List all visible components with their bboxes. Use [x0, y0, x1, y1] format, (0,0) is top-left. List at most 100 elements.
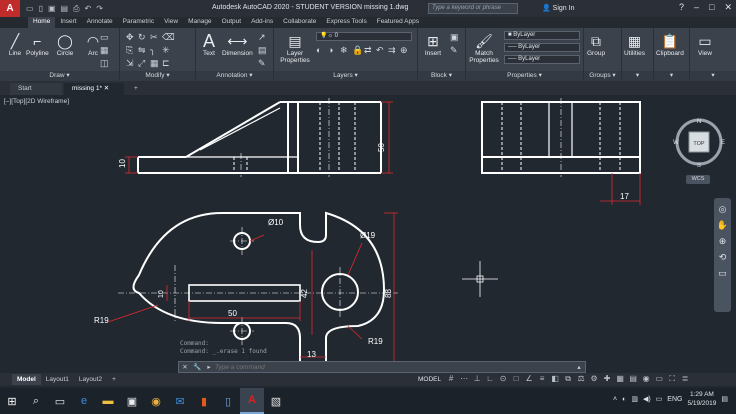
tab-annotate[interactable]: Annotate: [82, 17, 118, 28]
stretch-icon[interactable]: ⇲: [126, 58, 137, 70]
table-icon[interactable]: ▤: [258, 45, 269, 57]
tab-parametric[interactable]: Parametric: [118, 17, 159, 28]
dim-text-50-slot[interactable]: 50: [228, 309, 237, 318]
doc-tab-start[interactable]: Start: [10, 83, 62, 95]
polyline-tool[interactable]: ⌐ Polyline: [26, 32, 49, 57]
ucs-menu[interactable]: WCS: [686, 175, 710, 184]
block-panel-label[interactable]: Block ▾: [418, 71, 465, 81]
layer-isolate-icon[interactable]: ◑: [328, 45, 339, 57]
draw-panel-label[interactable]: Draw ▾: [0, 71, 119, 81]
tab-add-ins[interactable]: Add-ins: [246, 17, 278, 28]
action-center-icon[interactable]: ▤: [721, 395, 728, 403]
gradient-icon[interactable]: ◫: [100, 58, 111, 70]
drawing-canvas[interactable]: [–][Top][2D Wireframe] 10 50 17 Ø10 Ø19 …: [0, 95, 736, 372]
move-icon[interactable]: ✥: [126, 32, 137, 44]
steering-wheel-icon[interactable]: ◎: [714, 204, 731, 220]
dim-text-88[interactable]: 88: [384, 289, 393, 298]
match-properties-tool[interactable]: 🖌 Match Properties: [468, 32, 500, 65]
clean-screen-icon[interactable]: ⛶: [667, 374, 677, 384]
command-history-toggle-icon[interactable]: ▴: [573, 363, 585, 371]
circle-tool[interactable]: ◯ Circle: [56, 32, 74, 58]
utilities-tool[interactable]: ▦ Utilities: [624, 32, 645, 58]
zoom-icon[interactable]: ⊕: [714, 236, 731, 252]
tab-view[interactable]: View: [159, 17, 183, 28]
layer-properties-tool[interactable]: ▤ Layer Properties: [278, 32, 312, 65]
dim-text-r19-left[interactable]: R19: [94, 316, 109, 325]
group-tool[interactable]: ⧉ Group: [587, 32, 605, 58]
color-dropdown[interactable]: ■ ByLayer: [504, 31, 580, 40]
view-tool[interactable]: ▭ View: [696, 32, 714, 58]
rotate-icon[interactable]: ↻: [138, 32, 149, 44]
otrack-icon[interactable]: ∠: [524, 374, 534, 384]
layers-panel-label[interactable]: Layers ▾: [274, 71, 417, 81]
file-explorer-icon[interactable]: ▬: [96, 388, 120, 414]
command-input[interactable]: [215, 363, 573, 371]
edit-block-icon[interactable]: ✎: [450, 45, 461, 57]
transparency-icon[interactable]: ◧: [550, 374, 560, 384]
lineweight-dropdown[interactable]: ── ByLayer: [504, 55, 580, 64]
clock[interactable]: 1:29 AM 5/19/2019: [687, 390, 716, 408]
offset-icon[interactable]: ⊏: [162, 58, 173, 70]
app-icon[interactable]: ▯: [216, 388, 240, 414]
polar-icon[interactable]: ⊙: [498, 374, 508, 384]
open-file-icon[interactable]: ▯: [39, 4, 43, 14]
tab-express-tools[interactable]: Express Tools: [321, 17, 371, 28]
tab-home[interactable]: Home: [28, 17, 56, 28]
layer-walk-icon[interactable]: ⇉: [388, 45, 399, 57]
doc-tab-missing-1[interactable]: missing 1* ✕: [64, 83, 124, 95]
store-icon[interactable]: ▣: [120, 388, 144, 414]
network-icon[interactable]: ▥: [631, 395, 638, 403]
showmotion-icon[interactable]: ▭: [714, 268, 731, 284]
windows-start-icon[interactable]: ⊞: [0, 388, 24, 414]
model-space-button[interactable]: MODEL: [416, 376, 443, 383]
save-icon[interactable]: ▣: [48, 4, 56, 14]
layer-merge-icon[interactable]: ⊕: [400, 45, 411, 57]
search-icon[interactable]: ⌕: [24, 388, 48, 414]
array-icon[interactable]: ▦: [150, 58, 161, 70]
dim-text-17[interactable]: 17: [620, 192, 629, 201]
autocad-logo[interactable]: A: [0, 0, 20, 17]
dim-text-10-slot[interactable]: 10: [158, 290, 165, 298]
lineweight-toggle-icon[interactable]: ≡: [537, 374, 547, 384]
line-tool[interactable]: ╱ Line: [6, 32, 24, 58]
undo-icon[interactable]: ↶: [85, 4, 92, 14]
mail-icon[interactable]: ✉: [168, 388, 192, 414]
scale-icon[interactable]: ⤢: [138, 58, 149, 70]
ortho-icon[interactable]: ∟: [485, 374, 495, 384]
utilities-dropdown[interactable]: ▾: [622, 71, 653, 81]
fillet-icon[interactable]: ╮: [150, 45, 161, 57]
tray-chevron-icon[interactable]: ˄: [613, 396, 617, 403]
redo-icon[interactable]: ↷: [96, 4, 103, 14]
tab-output[interactable]: Output: [217, 17, 247, 28]
new-tab-button[interactable]: +: [126, 83, 146, 95]
snap-icon[interactable]: ⋯: [459, 374, 469, 384]
infer-constraints-icon[interactable]: ⊥: [472, 374, 482, 384]
insert-tool[interactable]: ⊞ Insert: [424, 32, 442, 58]
viewcube-w[interactable]: W: [673, 140, 679, 146]
annotation-panel-label[interactable]: Annotation ▾: [196, 71, 273, 81]
layer-lock-icon[interactable]: 🔒: [352, 45, 363, 57]
restore-button[interactable]: □: [709, 2, 714, 13]
workspace-icon[interactable]: ⚙: [589, 374, 599, 384]
dim-text-10-height[interactable]: 10: [118, 159, 127, 168]
linetype-dropdown[interactable]: ── ByLayer: [504, 43, 580, 52]
task-view-icon[interactable]: ▭: [48, 388, 72, 414]
view-dropdown[interactable]: ▾: [690, 71, 736, 81]
annotation-scale-icon[interactable]: ⚖: [576, 374, 586, 384]
layer-previous-icon[interactable]: ↶: [376, 45, 387, 57]
battery-icon[interactable]: ▭: [656, 395, 663, 403]
language-indicator[interactable]: ENG: [667, 396, 682, 403]
pan-icon[interactable]: ✋: [714, 220, 731, 236]
clipboard-tool[interactable]: 📋 Clipboard: [656, 32, 684, 58]
explode-icon[interactable]: ✳: [162, 45, 173, 57]
modify-panel-label[interactable]: Modify ▾: [120, 71, 195, 81]
dim-text-dia10[interactable]: Ø10: [268, 218, 284, 227]
units-icon[interactable]: ▦: [615, 374, 625, 384]
properties-panel-label[interactable]: Properties ▾: [466, 71, 583, 81]
orbit-icon[interactable]: ⟲: [714, 252, 731, 268]
selection-cycling-icon[interactable]: ⧉: [563, 374, 573, 384]
sign-in-button[interactable]: 👤 Sign In: [542, 4, 574, 12]
new-file-icon[interactable]: ▭: [26, 4, 34, 14]
help-icon[interactable]: ?: [679, 2, 684, 13]
groups-panel-label[interactable]: Groups ▾: [584, 71, 621, 81]
